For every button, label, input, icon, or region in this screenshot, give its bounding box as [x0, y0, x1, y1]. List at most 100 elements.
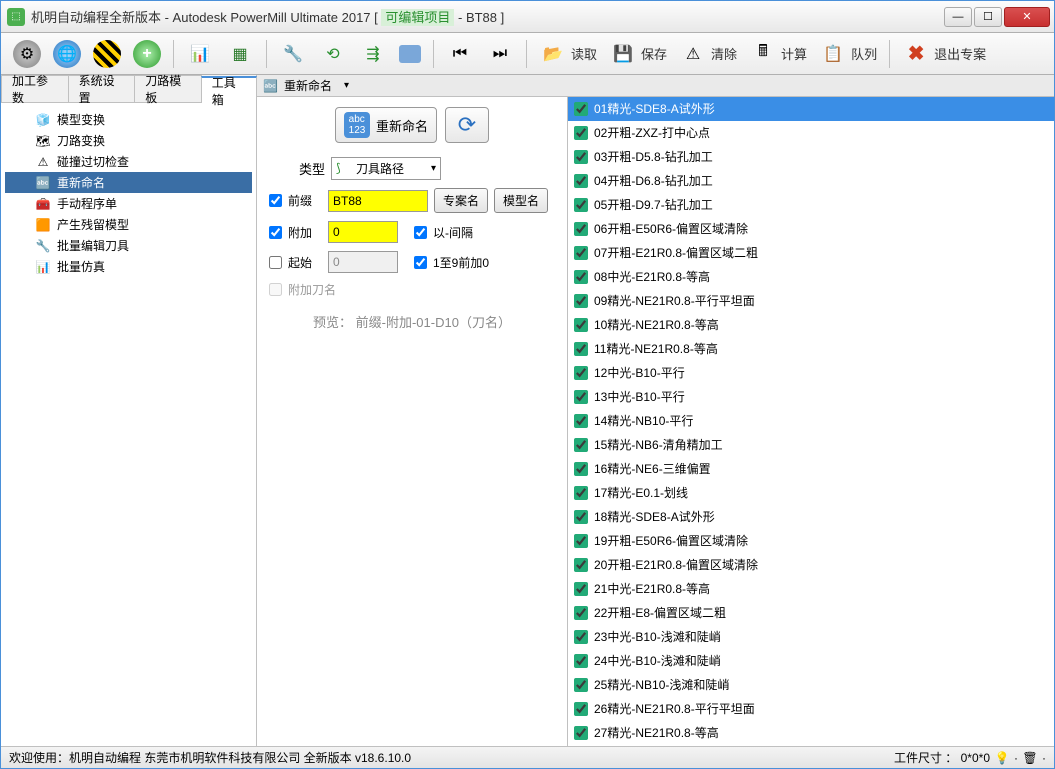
list-item[interactable]: 15精光-NB6-清角精加工 — [568, 433, 1054, 457]
list-item[interactable]: 25精光-NB10-浅滩和陡峭 — [568, 673, 1054, 697]
tree-item-5[interactable]: 🟧产生残留模型 — [5, 214, 252, 235]
list-item-checkbox[interactable] — [574, 150, 588, 164]
prev-button[interactable]: ⏮ — [442, 38, 478, 70]
list-item-checkbox[interactable] — [574, 366, 588, 380]
tree-item-6[interactable]: 🔧批量编辑刀具 — [5, 235, 252, 256]
list-item[interactable]: 27精光-NE21R0.8-等高 — [568, 721, 1054, 745]
list-item-checkbox[interactable] — [574, 534, 588, 548]
rotate-button[interactable]: ⟲ — [315, 38, 351, 70]
tree-item-3[interactable]: 🔤重新命名 — [5, 172, 252, 193]
list-item-checkbox[interactable] — [574, 222, 588, 236]
list-item-checkbox[interactable] — [574, 678, 588, 692]
exit-button[interactable]: ✖退出专案 — [898, 38, 990, 70]
add-button[interactable]: + — [129, 38, 165, 70]
list-item-checkbox[interactable] — [574, 558, 588, 572]
clear-button[interactable]: ⚠清除 — [675, 38, 741, 70]
minimize-button[interactable]: — — [944, 7, 972, 27]
globe-button[interactable]: 🌐 — [49, 38, 85, 70]
list-item-checkbox[interactable] — [574, 414, 588, 428]
project-name-button[interactable]: 专案名 — [434, 188, 488, 213]
prefix-input[interactable] — [328, 190, 428, 212]
start-checkbox[interactable] — [269, 256, 282, 269]
interval-checkbox[interactable] — [414, 226, 427, 239]
wrench-button[interactable]: 🔧 — [275, 38, 311, 70]
tree-item-7[interactable]: 📊批量仿真 — [5, 256, 252, 277]
list-item-checkbox[interactable] — [574, 270, 588, 284]
list-item[interactable]: 14精光-NB10-平行 — [568, 409, 1054, 433]
list-item[interactable]: 01精光-SDE8-A试外形 — [568, 97, 1054, 121]
queue-button[interactable]: 📋队列 — [815, 38, 881, 70]
pad-checkbox[interactable] — [414, 256, 427, 269]
list-item[interactable]: 22开粗-E8-偏置区域二粗 — [568, 601, 1054, 625]
hazard-button[interactable] — [89, 38, 125, 70]
list-item-checkbox[interactable] — [574, 702, 588, 716]
list-item[interactable]: 24中光-B10-浅滩和陡峭 — [568, 649, 1054, 673]
list-item[interactable]: 21中光-E21R0.8-等高 — [568, 577, 1054, 601]
list-item[interactable]: 02开粗-ZXZ-打中心点 — [568, 121, 1054, 145]
list-item-checkbox[interactable] — [574, 654, 588, 668]
left-tab-3[interactable]: 工具箱 — [201, 76, 257, 103]
type-select[interactable]: ⟆ 刀具路径 ▾ — [331, 157, 441, 180]
left-tab-0[interactable]: 加工参数 — [1, 75, 69, 102]
left-tab-2[interactable]: 刀路模板 — [134, 75, 202, 102]
prefix-checkbox[interactable] — [269, 194, 282, 207]
list-item-checkbox[interactable] — [574, 462, 588, 476]
list-item-checkbox[interactable] — [574, 486, 588, 500]
save-button[interactable]: 💾保存 — [605, 38, 671, 70]
list-item-checkbox[interactable] — [574, 582, 588, 596]
read-button[interactable]: 📂读取 — [535, 38, 601, 70]
rename-action-button[interactable]: abc123 重新命名 — [335, 107, 437, 143]
calc-button[interactable]: 🖩计算 — [745, 38, 811, 70]
toolpath-list[interactable]: 01精光-SDE8-A试外形02开粗-ZXZ-打中心点03开粗-D5.8-钻孔加… — [568, 97, 1054, 746]
append-checkbox[interactable] — [269, 226, 282, 239]
settings-button[interactable]: ⚙ — [9, 38, 45, 70]
model-name-button[interactable]: 模型名 — [494, 188, 548, 213]
list-item[interactable]: 11精光-NE21R0.8-等高 — [568, 337, 1054, 361]
list-item[interactable]: 26精光-NE21R0.8-平行平坦面 — [568, 697, 1054, 721]
list-item[interactable]: 04开粗-D6.8-钻孔加工 — [568, 169, 1054, 193]
list-item[interactable]: 05开粗-D9.7-钻孔加工 — [568, 193, 1054, 217]
list-item-checkbox[interactable] — [574, 198, 588, 212]
list-item[interactable]: 13中光-B10-平行 — [568, 385, 1054, 409]
list-item[interactable]: 18精光-SDE8-A试外形 — [568, 505, 1054, 529]
list-item[interactable]: 07开粗-E21R0.8-偏置区域二粗 — [568, 241, 1054, 265]
list-item[interactable]: 12中光-B10-平行 — [568, 361, 1054, 385]
list-item[interactable]: 20开粗-E21R0.8-偏置区域清除 — [568, 553, 1054, 577]
list-item[interactable]: 06开粗-E50R6-偏置区域清除 — [568, 217, 1054, 241]
append-input[interactable] — [328, 221, 398, 243]
bulb-icon[interactable]: 💡 — [994, 750, 1010, 766]
flow-button[interactable]: ⇶ — [355, 38, 391, 70]
list-item-checkbox[interactable] — [574, 726, 588, 740]
list-item-checkbox[interactable] — [574, 294, 588, 308]
list-item-checkbox[interactable] — [574, 126, 588, 140]
list-item-checkbox[interactable] — [574, 438, 588, 452]
refresh-button[interactable]: ⟳ — [445, 107, 489, 143]
list-item-checkbox[interactable] — [574, 510, 588, 524]
box-button[interactable] — [395, 38, 425, 70]
tree-item-2[interactable]: ⚠碰撞过切检查 — [5, 151, 252, 172]
list-item-checkbox[interactable] — [574, 174, 588, 188]
excel-button[interactable]: ▦ — [222, 38, 258, 70]
list-item-checkbox[interactable] — [574, 630, 588, 644]
list-item-checkbox[interactable] — [574, 318, 588, 332]
list-item-checkbox[interactable] — [574, 102, 588, 116]
list-item[interactable]: 16精光-NE6-三维偏置 — [568, 457, 1054, 481]
tree-item-4[interactable]: 🧰手动程序单 — [5, 193, 252, 214]
next-button[interactable]: ⏭ — [482, 38, 518, 70]
list-item-checkbox[interactable] — [574, 606, 588, 620]
tree-item-1[interactable]: 🗺刀路变换 — [5, 130, 252, 151]
list-item[interactable]: 10精光-NE21R0.8-等高 — [568, 313, 1054, 337]
dropdown-arrow-icon[interactable]: ▾ — [344, 80, 349, 91]
tree-item-0[interactable]: 🧊模型变换 — [5, 109, 252, 130]
close-button[interactable]: ✕ — [1004, 7, 1050, 27]
list-item-checkbox[interactable] — [574, 246, 588, 260]
maximize-button[interactable]: ☐ — [974, 7, 1002, 27]
recycle-icon[interactable]: 🗑 — [1022, 750, 1038, 766]
chart-button[interactable]: 📊 — [182, 38, 218, 70]
list-item[interactable]: 09精光-NE21R0.8-平行平坦面 — [568, 289, 1054, 313]
list-item-checkbox[interactable] — [574, 342, 588, 356]
list-item[interactable]: 08中光-E21R0.8-等高 — [568, 265, 1054, 289]
list-item-checkbox[interactable] — [574, 390, 588, 404]
list-item[interactable]: 17精光-E0.1-划线 — [568, 481, 1054, 505]
list-item[interactable]: 19开粗-E50R6-偏置区域清除 — [568, 529, 1054, 553]
